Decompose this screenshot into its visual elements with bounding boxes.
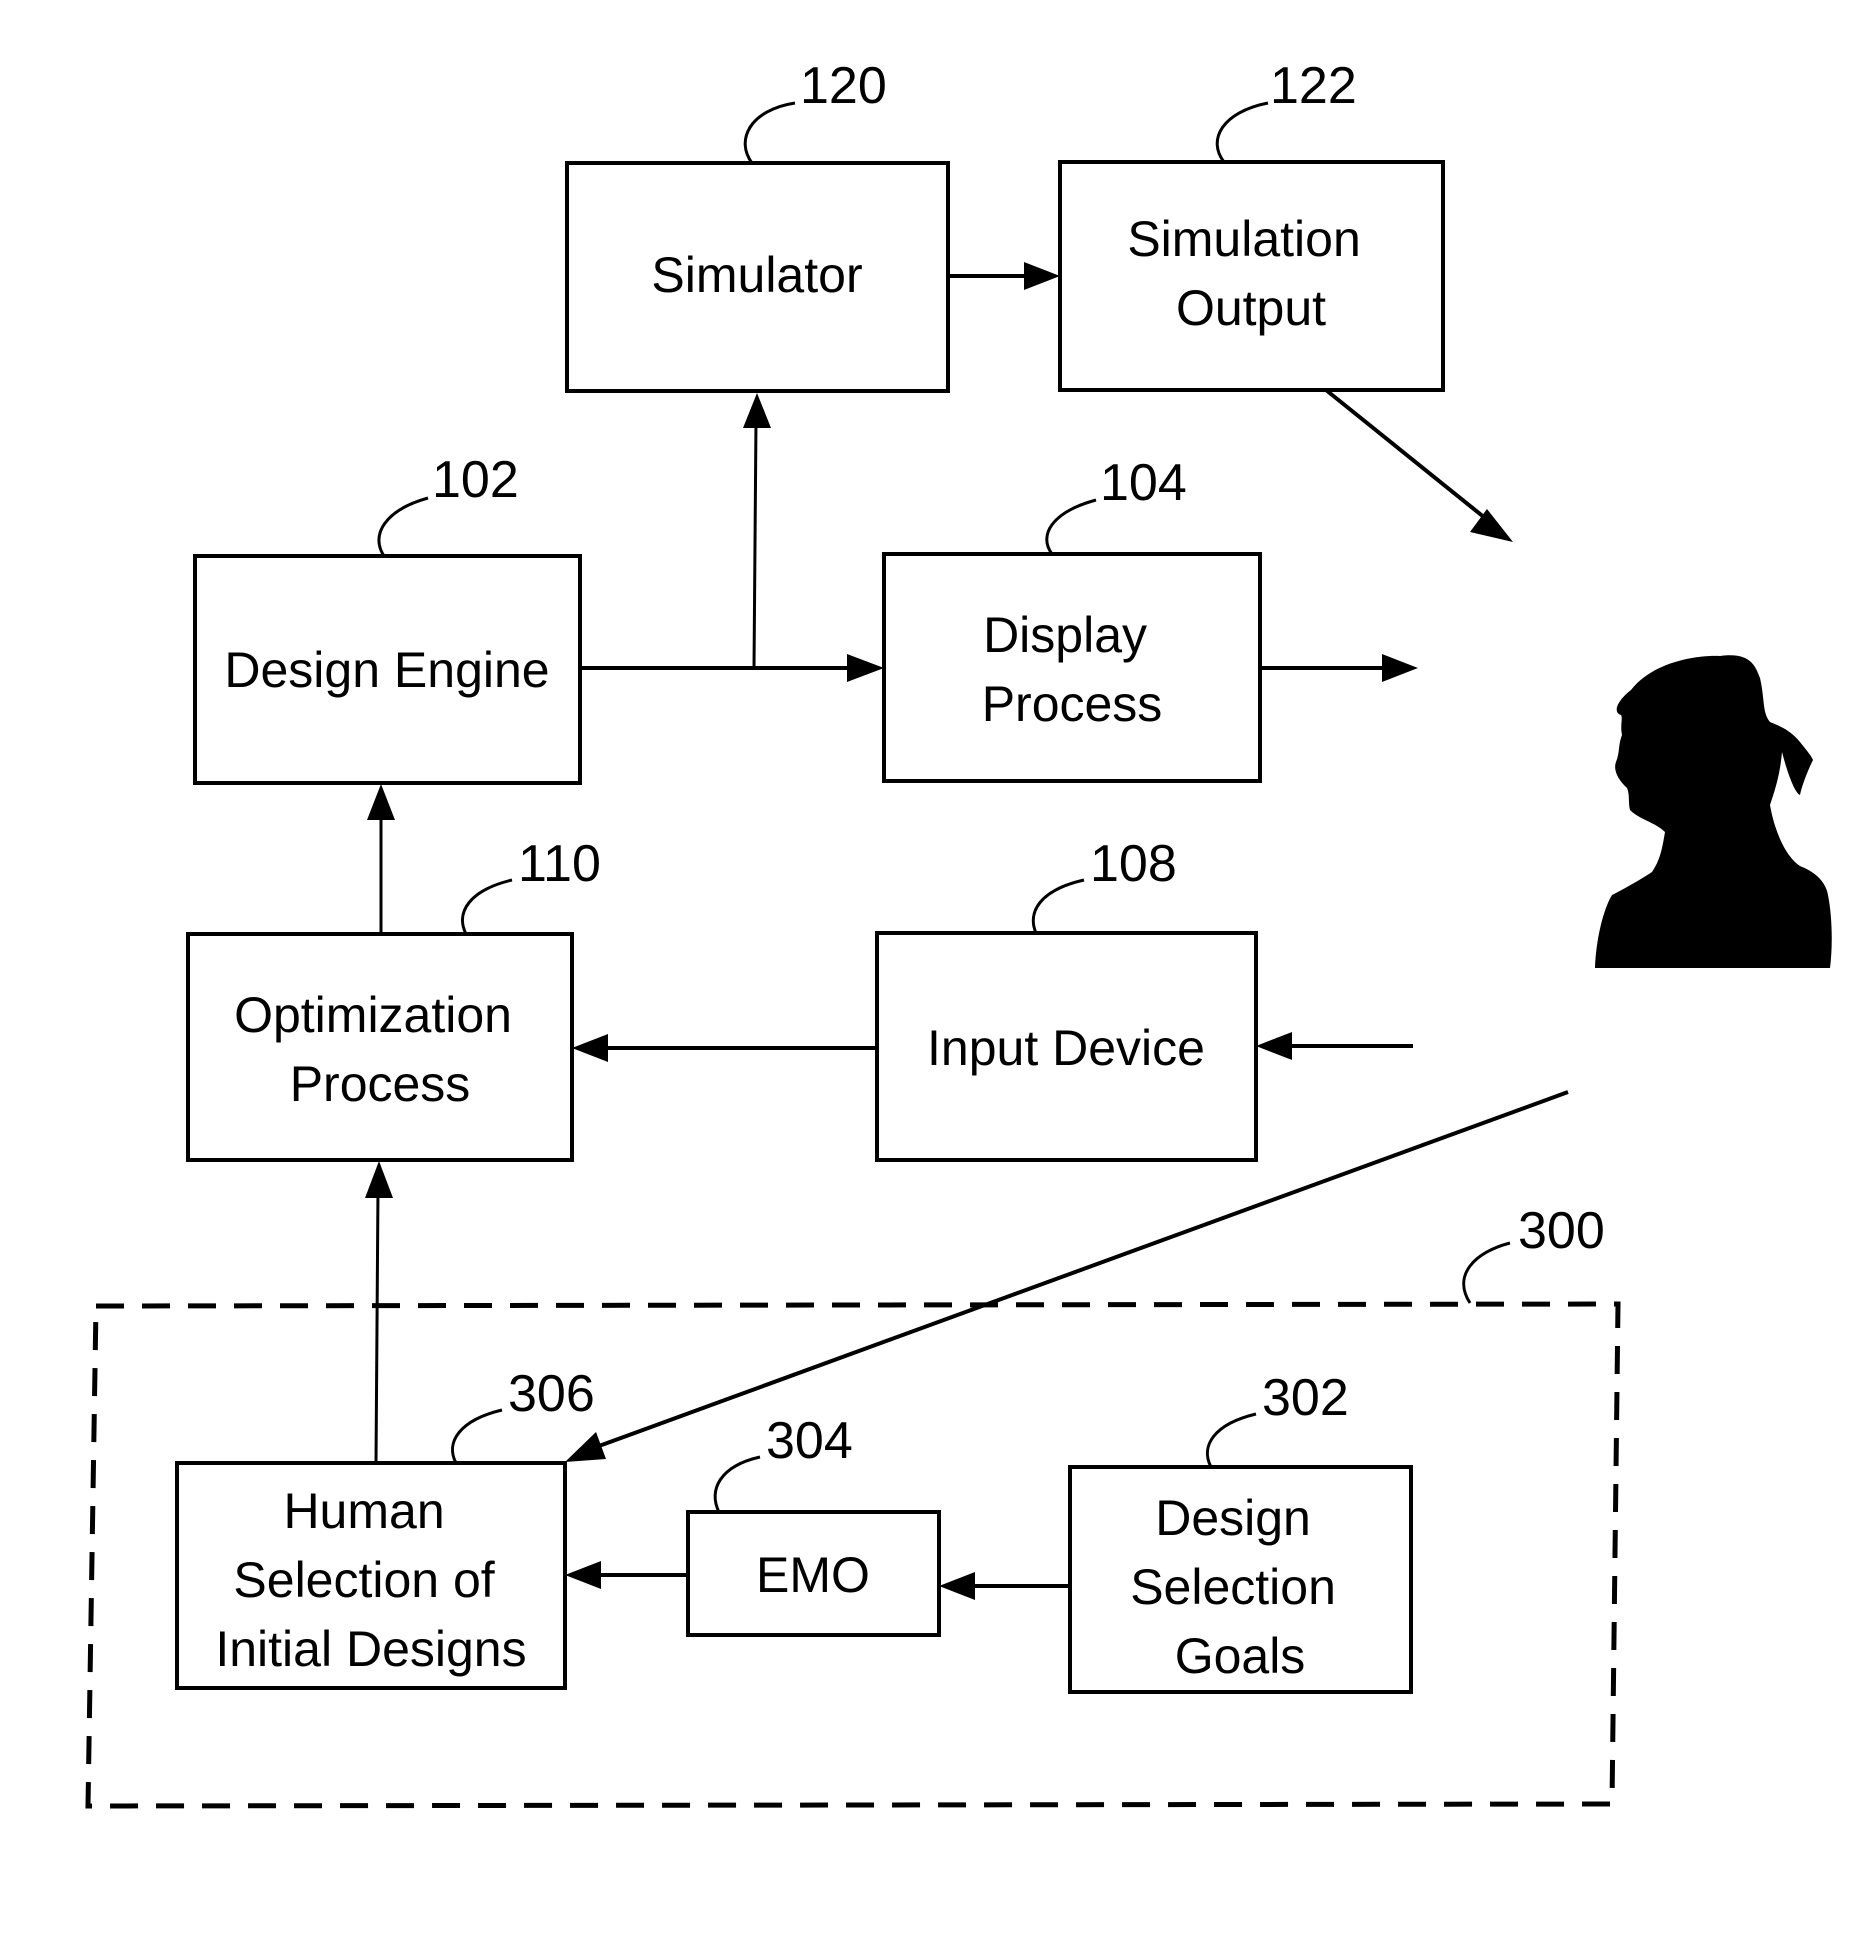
arrowhead-to-user-2: [1382, 654, 1418, 682]
edge-output-to-user: [1324, 388, 1492, 524]
simulation-output-box[interactable]: [1058, 160, 1445, 392]
arrowhead-display: [847, 654, 884, 682]
simulator-label: Simulator: [651, 247, 862, 303]
arrowhead-input-device: [1256, 1032, 1292, 1060]
ref-122: 122: [1270, 57, 1357, 115]
leader-104: [1045, 498, 1097, 555]
leader-122: [1215, 101, 1269, 163]
edge-to-simulator: [752, 419, 758, 669]
ref-300: 300: [1518, 1202, 1605, 1260]
ref-120: 120: [800, 57, 887, 115]
ref-110: 110: [518, 835, 601, 893]
person-silhouette-icon: [1595, 655, 1832, 968]
leader-304: [713, 1455, 761, 1513]
arrowhead-emo: [939, 1572, 975, 1600]
arrowhead-design-engine: [367, 784, 395, 820]
leader-302: [1205, 1412, 1257, 1468]
emo-label: EMO: [756, 1547, 870, 1603]
arrowhead-human-selection-2: [565, 1561, 601, 1589]
leader-108: [1031, 878, 1085, 934]
edge-human-selection-to-optimization: [374, 1187, 380, 1464]
ref-108: 108: [1090, 835, 1177, 893]
input-device-label: Input Device: [927, 1020, 1205, 1076]
ref-102: 102: [432, 451, 519, 509]
ref-302: 302: [1262, 1369, 1349, 1427]
ref-304: 304: [766, 1412, 853, 1470]
leader-120: [743, 101, 796, 164]
leader-110: [461, 878, 513, 935]
arrowhead-optimization-up: [365, 1161, 393, 1198]
leader-306: [451, 1408, 503, 1464]
arrowhead-simulator: [743, 393, 771, 428]
design-engine-label: Design Engine: [224, 642, 549, 698]
arrowhead-to-user-1: [1470, 509, 1513, 542]
ref-306: 306: [508, 1365, 595, 1423]
optimization-process-box[interactable]: [186, 932, 574, 1162]
arrowhead-human-selection: [565, 1432, 606, 1462]
leader-102: [377, 496, 429, 557]
display-process-box[interactable]: [882, 552, 1262, 783]
ref-104: 104: [1100, 454, 1187, 512]
leader-300: [1462, 1241, 1511, 1304]
arrowhead-simulation-output: [1024, 262, 1060, 290]
block-diagram: Simulator Simulation Output Design Engin…: [85, 57, 1832, 1809]
arrowhead-optimization: [572, 1034, 608, 1062]
